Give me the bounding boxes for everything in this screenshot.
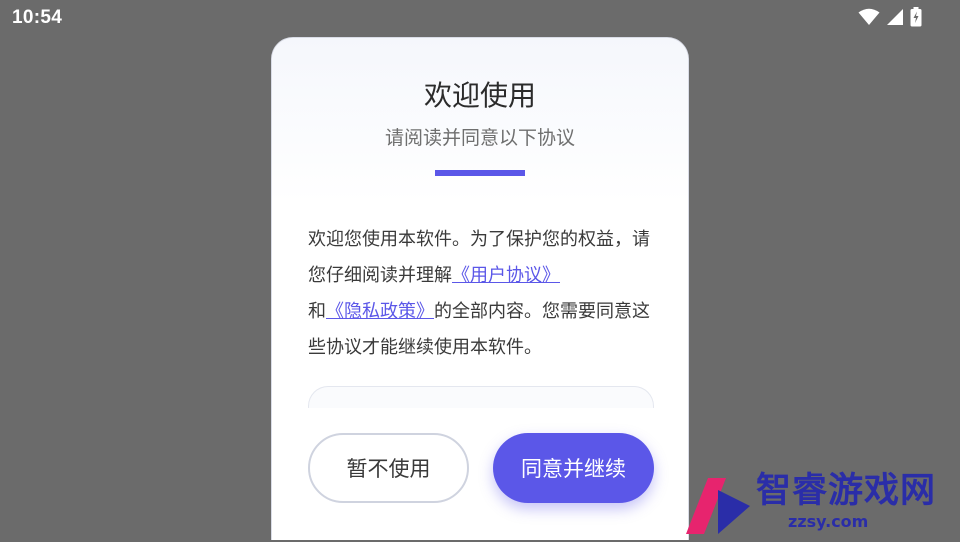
dialog-body: 欢迎您使用本软件。为了保护您的权益，请您仔细阅读并理解《用户协议》 和《隐私政策》…	[308, 222, 656, 366]
wifi-icon	[858, 8, 880, 26]
watermark-url: zzsy.com	[788, 512, 869, 531]
dialog-header	[272, 38, 688, 203]
accept-button[interactable]: 同意并继续	[493, 433, 654, 503]
watermark: 智睿游戏网 zzsy.com	[680, 468, 960, 540]
body-text-and: 和	[308, 301, 326, 322]
status-bar: 10:54	[0, 0, 960, 36]
watermark-logo-icon	[682, 472, 754, 542]
consent-dialog: 欢迎使用 请阅读并同意以下协议 欢迎您使用本软件。为了保护您的权益，请您仔细阅读…	[271, 37, 689, 540]
status-icons	[858, 6, 922, 28]
dialog-subtitle: 请阅读并同意以下协议	[384, 127, 575, 149]
dialog-title: 欢迎使用	[423, 79, 536, 112]
signal-icon	[886, 8, 904, 26]
decline-button[interactable]: 暂不使用	[308, 433, 469, 503]
privacy-policy-link[interactable]: 《隐私政策》	[326, 301, 434, 322]
accent-divider	[435, 170, 525, 176]
user-agreement-link[interactable]: 《用户协议》	[452, 265, 560, 286]
battery-charging-icon	[910, 7, 922, 27]
status-time: 10:54	[12, 7, 63, 28]
watermark-title: 智睿游戏网	[756, 471, 937, 511]
button-area: 暂不使用 同意并继续	[272, 408, 688, 540]
